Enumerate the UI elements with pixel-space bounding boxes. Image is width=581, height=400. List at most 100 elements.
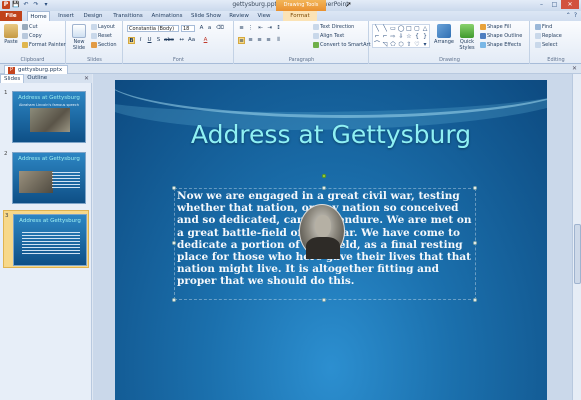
brace-shape-icon[interactable]: } [421,33,429,41]
convert-smartart-button[interactable]: Convert to SmartArt [313,42,371,48]
copy-button[interactable]: Copy [22,33,42,39]
tab-design[interactable]: Design [80,11,106,21]
resize-handle[interactable] [172,186,176,190]
arrow-shape-icon[interactable]: ⇩ [397,33,405,41]
close-button[interactable]: ✕ [561,0,579,9]
numbering-icon[interactable]: ⋮ [247,25,254,32]
shape-effects-button[interactable]: Shape Effects [480,42,521,48]
rotation-handle[interactable] [322,174,326,178]
minimize-button[interactable]: – [535,0,548,9]
document-tab[interactable]: P gettysburg.pptx [4,65,69,74]
resize-handle[interactable] [473,186,477,190]
layout-button[interactable]: Layout [91,24,115,30]
help-icon[interactable]: ? [574,12,577,19]
connector-shape-icon[interactable]: ⌐ [381,33,389,41]
align-left-button[interactable]: ≡ [238,37,245,44]
tab-format[interactable]: Format [283,11,317,21]
format-painter-button[interactable]: Format Painter [22,42,66,48]
align-text-button[interactable]: Align Text [313,33,344,39]
align-center-button[interactable]: ≡ [247,37,254,44]
tab-insert[interactable]: Insert [55,11,77,21]
line-shape-icon[interactable]: ╲ [373,25,381,33]
tab-transitions[interactable]: Transitions [110,11,146,21]
shadow-button[interactable]: S [155,37,162,44]
tab-outline[interactable]: Outline [24,74,50,83]
line-shape-icon[interactable]: ╲ [381,25,389,33]
find-button[interactable]: Find [535,24,552,30]
more-shapes-icon[interactable]: ▾ [421,41,429,49]
resize-handle[interactable] [172,298,176,302]
heart-shape-icon[interactable]: ♡ [413,41,421,49]
vertical-scrollbar[interactable] [572,74,581,400]
resize-handle[interactable] [322,186,326,190]
rectangle-shape-icon[interactable]: ▭ [389,25,397,33]
rounded-rect-shape-icon[interactable]: ▢ [413,25,421,33]
tab-file[interactable]: File [0,11,22,21]
scrollbar-thumb[interactable] [574,224,581,284]
character-spacing-icon[interactable]: ↔ [178,37,185,44]
slide-thumbnail-2[interactable]: 2 Address at Gettysburg [3,149,89,207]
paste-button[interactable]: Paste [3,24,19,45]
tab-animations[interactable]: Animations [149,11,185,21]
minimize-ribbon-icon[interactable]: ⌃ [566,12,571,19]
close-pane-icon[interactable]: ✕ [84,74,89,83]
pentagon-shape-icon[interactable]: ⬠ [389,41,397,49]
line-spacing-icon[interactable]: ↕ [275,25,282,32]
shrink-font-icon[interactable]: a [206,25,213,32]
quick-styles-button[interactable]: Quick Styles [457,24,477,51]
replace-button[interactable]: Replace [535,33,562,39]
tab-slide-show[interactable]: Slide Show [188,11,224,21]
bold-button[interactable]: B [128,37,135,44]
tab-review[interactable]: Review [227,11,251,21]
select-button[interactable]: Select [535,42,557,48]
shapes-gallery[interactable]: ╲ ╲ ▭ ◯ □ ▢ △ ⌐ ⌐ ⇨ ⇩ ☆{} ⌒ ◹ ⬠ ⬡ ⇧ ♡ ▾ [372,24,430,48]
resize-handle[interactable] [473,298,477,302]
font-size-select[interactable]: 18 [181,25,195,32]
arrow-shape-icon[interactable]: ⇧ [405,41,413,49]
grow-font-icon[interactable]: A [198,25,205,32]
underline-button[interactable]: U [146,37,153,44]
tab-slides[interactable]: Slides [0,74,25,83]
increase-indent-icon[interactable]: ⇥ [266,25,273,32]
resize-handle[interactable] [172,241,176,245]
close-document-icon[interactable]: ✕ [572,65,577,72]
text-direction-button[interactable]: Text Direction [313,24,354,30]
columns-icon[interactable]: ⫴ [275,37,282,44]
slide-thumbnail-1[interactable]: 1 Address at Gettysburg Abraham Lincoln'… [3,88,89,146]
new-slide-button[interactable]: New Slide [70,24,88,51]
font-name-select[interactable]: Constantia (Body) [127,25,179,32]
curve-shape-icon[interactable]: ⌒ [373,41,381,49]
shape-outline-button[interactable]: Shape Outline [480,33,522,39]
maximize-button[interactable]: □ [548,0,561,9]
arrow-shape-icon[interactable]: ⇨ [389,33,397,41]
reset-button[interactable]: Reset [91,33,112,39]
tab-home[interactable]: Home [27,11,50,21]
justify-button[interactable]: ≡ [265,37,272,44]
resize-handle[interactable] [473,241,477,245]
arrange-button[interactable]: Arrange [434,24,454,45]
change-case-icon[interactable]: Aa [188,37,195,44]
bullets-icon[interactable]: ≡ [238,25,245,32]
tab-view[interactable]: View [254,11,274,21]
italic-button[interactable]: I [137,37,144,44]
font-color-button[interactable]: A [202,37,209,44]
callout-shape-icon[interactable]: ◹ [381,41,389,49]
slide-canvas[interactable]: Address at Gettysburg Now we are engaged… [115,80,547,400]
brace-shape-icon[interactable]: { [413,33,421,41]
strikethrough-button[interactable]: abc [164,37,174,44]
align-right-button[interactable]: ≡ [256,37,263,44]
line-shape-icon[interactable]: ⌐ [373,33,381,41]
oval-shape-icon[interactable]: ◯ [397,25,405,33]
rect-shape-icon[interactable]: □ [405,25,413,33]
slide-thumbnail-3[interactable]: 3 Address at Gettysburg [3,210,89,268]
shape-fill-button[interactable]: Shape Fill [480,24,511,30]
lincoln-portrait-image[interactable] [299,204,345,259]
cut-button[interactable]: Cut [22,24,38,30]
hexagon-shape-icon[interactable]: ⬡ [397,41,405,49]
clear-formatting-icon[interactable]: ⌫ [216,25,224,32]
section-button[interactable]: Section [91,42,117,48]
resize-handle[interactable] [322,298,326,302]
slide-title[interactable]: Address at Gettysburg [115,120,547,149]
decrease-indent-icon[interactable]: ⇤ [257,25,264,32]
star-shape-icon[interactable]: ☆ [405,33,413,41]
